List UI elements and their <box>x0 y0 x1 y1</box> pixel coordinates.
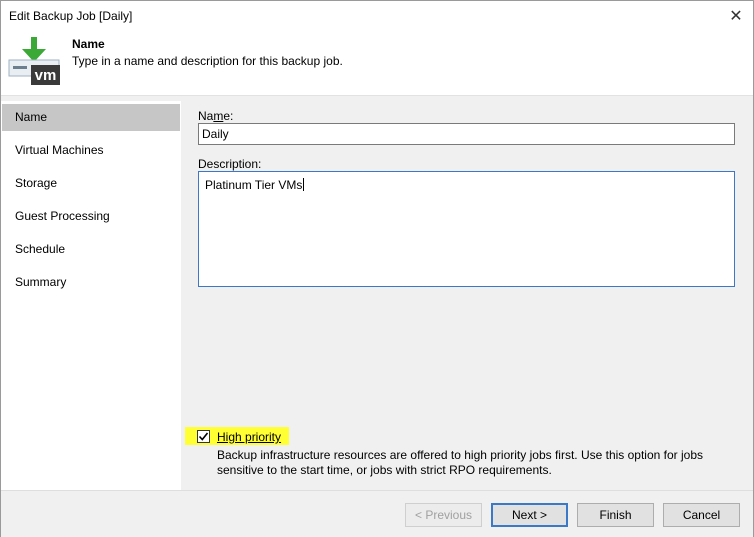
step-content: Name: Daily Description: Platinum Tier V… <box>182 97 754 490</box>
title-bar: Edit Backup Job [Daily] ✕ <box>1 1 753 32</box>
sidebar-item-virtual-machines[interactable]: Virtual Machines <box>2 137 180 164</box>
step-title: Name <box>72 37 105 51</box>
text-caret <box>303 178 305 191</box>
sidebar-item-label: Virtual Machines <box>15 143 104 157</box>
description-label: Description: <box>198 157 262 171</box>
sidebar-item-schedule[interactable]: Schedule <box>2 236 180 263</box>
close-button[interactable]: ✕ <box>725 5 747 27</box>
next-button[interactable]: Next > <box>491 503 568 527</box>
sidebar-item-storage[interactable]: Storage <box>2 170 180 197</box>
edit-backup-job-dialog: Edit Backup Job [Daily] ✕ vm Name Type i… <box>0 0 754 537</box>
sidebar-item-label: Guest Processing <box>15 209 110 223</box>
checkmark-icon <box>198 432 209 441</box>
description-field[interactable]: Platinum Tier VMs <box>198 171 735 287</box>
vm-badge-text: vm <box>35 67 57 84</box>
sidebar-item-label: Summary <box>15 275 67 289</box>
sidebar-item-label: Schedule <box>15 242 66 256</box>
wizard-header: vm Name Type in a name and description f… <box>1 32 753 96</box>
step-description: Type in a name and description for this … <box>72 54 343 68</box>
wizard-steps-sidebar: Name Virtual Machines Storage Guest Proc… <box>1 101 181 490</box>
sidebar-item-name[interactable]: Name <box>2 104 180 131</box>
window-title: Edit Backup Job [Daily] <box>9 9 133 23</box>
high-priority-description: Backup infrastructure resources are offe… <box>217 448 704 477</box>
sidebar-item-summary[interactable]: Summary <box>2 269 180 296</box>
wizard-footer: < Previous Next > Finish Cancel <box>1 490 753 537</box>
finish-button[interactable]: Finish <box>577 503 654 527</box>
sidebar-item-guest-processing[interactable]: Guest Processing <box>2 203 180 230</box>
sidebar-item-label: Storage <box>15 176 58 190</box>
description-field-value: Platinum Tier VMs <box>205 178 303 192</box>
name-field[interactable]: Daily <box>198 123 735 145</box>
name-label: Name: <box>198 109 234 123</box>
sidebar-item-label: Name <box>15 110 48 124</box>
high-priority-label[interactable]: High priority <box>217 430 281 444</box>
high-priority-checkbox[interactable] <box>197 430 210 443</box>
name-field-value: Daily <box>202 127 229 141</box>
cancel-button[interactable]: Cancel <box>663 503 740 527</box>
vm-backup-icon: vm <box>8 37 60 85</box>
close-icon: ✕ <box>729 8 743 25</box>
previous-button[interactable]: < Previous <box>405 503 482 527</box>
